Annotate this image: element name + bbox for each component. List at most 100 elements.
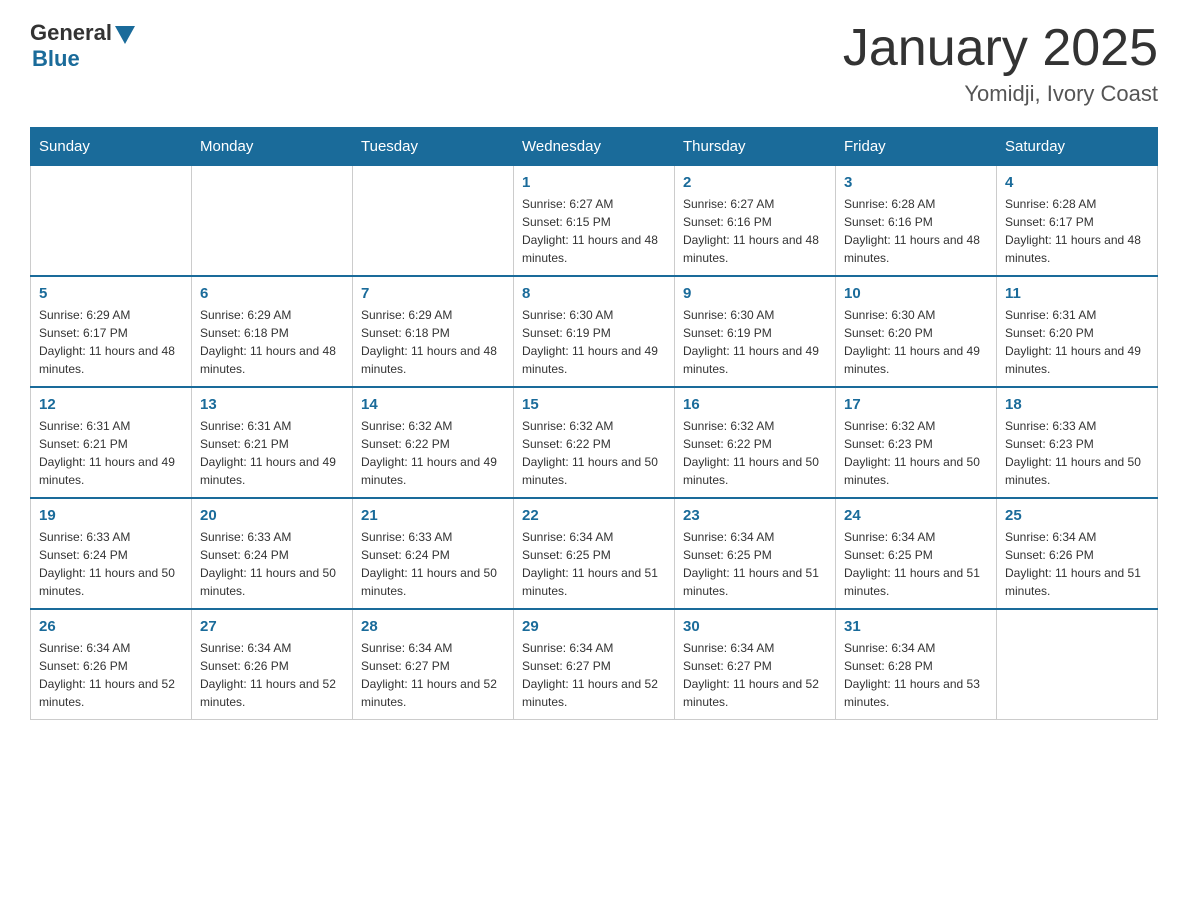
day-cell: 16Sunrise: 6:32 AM Sunset: 6:22 PM Dayli… xyxy=(675,387,836,498)
day-info: Sunrise: 6:28 AM Sunset: 6:16 PM Dayligh… xyxy=(844,195,988,267)
day-cell xyxy=(31,166,192,277)
day-cell: 19Sunrise: 6:33 AM Sunset: 6:24 PM Dayli… xyxy=(31,498,192,609)
day-info: Sunrise: 6:29 AM Sunset: 6:18 PM Dayligh… xyxy=(361,306,505,378)
day-number: 3 xyxy=(844,174,988,191)
day-number: 18 xyxy=(1005,396,1149,413)
week-row-5: 26 Sunrise: 6:34 AM Sunset: 6:26 PM Dayli… xyxy=(31,609,1158,720)
header-row: SundayMondayTuesdayWednesdayThursdayFrid… xyxy=(31,128,1158,166)
day-cell: 8Sunrise: 6:30 AM Sunset: 6:19 PM Daylig… xyxy=(514,276,675,387)
day-info: Sunrise: 6:33 AM Sunset: 6:24 PM Dayligh… xyxy=(361,528,505,600)
week-row-2: 5 Sunrise: 6:29 AM Sunset: 6:17 PM Daylig… xyxy=(31,276,1158,387)
day-info: Sunrise: 6:34 AM Sunset: 6:27 PM Dayligh… xyxy=(361,639,505,711)
day-cell: 11 Sunrise: 6:31 AM Sunset: 6:20 PM Dayli… xyxy=(997,276,1158,387)
day-cell: 1 Sunrise: 6:27 AM Sunset: 6:15 PM Daylig… xyxy=(514,166,675,277)
day-cell: 18 Sunrise: 6:33 AM Sunset: 6:23 PM Dayli… xyxy=(997,387,1158,498)
day-number: 12 xyxy=(39,396,183,413)
day-info: Sunrise: 6:34 AM Sunset: 6:28 PM Dayligh… xyxy=(844,639,988,711)
day-number: 11 xyxy=(1005,285,1149,302)
day-info: Sunrise: 6:33 AM Sunset: 6:24 PM Dayligh… xyxy=(39,528,183,600)
day-number: 15 xyxy=(522,396,666,413)
day-cell xyxy=(997,609,1158,720)
day-number: 10 xyxy=(844,285,988,302)
col-header-monday: Monday xyxy=(192,128,353,166)
day-number: 7 xyxy=(361,285,505,302)
col-header-tuesday: Tuesday xyxy=(353,128,514,166)
day-number: 4 xyxy=(1005,174,1149,191)
day-cell: 3 Sunrise: 6:28 AM Sunset: 6:16 PM Daylig… xyxy=(836,166,997,277)
day-info: Sunrise: 6:33 AM Sunset: 6:24 PM Dayligh… xyxy=(200,528,344,600)
day-info: Sunrise: 6:33 AM Sunset: 6:23 PM Dayligh… xyxy=(1005,417,1149,489)
day-cell: 6 Sunrise: 6:29 AM Sunset: 6:18 PM Daylig… xyxy=(192,276,353,387)
day-cell: 2 Sunrise: 6:27 AM Sunset: 6:16 PM Daylig… xyxy=(675,166,836,277)
day-number: 9 xyxy=(683,285,827,302)
day-info: Sunrise: 6:30 AM Sunset: 6:19 PM Dayligh… xyxy=(683,306,827,378)
day-info: Sunrise: 6:34 AM Sunset: 6:26 PM Dayligh… xyxy=(200,639,344,711)
day-info: Sunrise: 6:32 AM Sunset: 6:22 PM Dayligh… xyxy=(522,417,666,489)
day-cell: 9 Sunrise: 6:30 AM Sunset: 6:19 PM Daylig… xyxy=(675,276,836,387)
day-cell: 28Sunrise: 6:34 AM Sunset: 6:27 PM Dayli… xyxy=(353,609,514,720)
day-cell: 29Sunrise: 6:34 AM Sunset: 6:27 PM Dayli… xyxy=(514,609,675,720)
day-number: 14 xyxy=(361,396,505,413)
day-cell: 22Sunrise: 6:34 AM Sunset: 6:25 PM Dayli… xyxy=(514,498,675,609)
col-header-sunday: Sunday xyxy=(31,128,192,166)
day-info: Sunrise: 6:32 AM Sunset: 6:22 PM Dayligh… xyxy=(361,417,505,489)
day-cell: 7 Sunrise: 6:29 AM Sunset: 6:18 PM Daylig… xyxy=(353,276,514,387)
col-header-wednesday: Wednesday xyxy=(514,128,675,166)
day-info: Sunrise: 6:29 AM Sunset: 6:18 PM Dayligh… xyxy=(200,306,344,378)
day-number: 26 xyxy=(39,618,183,635)
day-info: Sunrise: 6:28 AM Sunset: 6:17 PM Dayligh… xyxy=(1005,195,1149,267)
day-number: 6 xyxy=(200,285,344,302)
day-number: 31 xyxy=(844,618,988,635)
day-cell: 5 Sunrise: 6:29 AM Sunset: 6:17 PM Daylig… xyxy=(31,276,192,387)
day-cell: 10Sunrise: 6:30 AM Sunset: 6:20 PM Dayli… xyxy=(836,276,997,387)
day-number: 25 xyxy=(1005,507,1149,524)
day-number: 30 xyxy=(683,618,827,635)
day-info: Sunrise: 6:31 AM Sunset: 6:20 PM Dayligh… xyxy=(1005,306,1149,378)
day-number: 5 xyxy=(39,285,183,302)
day-number: 1 xyxy=(522,174,666,191)
week-row-4: 19Sunrise: 6:33 AM Sunset: 6:24 PM Dayli… xyxy=(31,498,1158,609)
location-title: Yomidji, Ivory Coast xyxy=(843,81,1158,107)
week-row-1: 1 Sunrise: 6:27 AM Sunset: 6:15 PM Daylig… xyxy=(31,166,1158,277)
day-cell: 15 Sunrise: 6:32 AM Sunset: 6:22 PM Dayli… xyxy=(514,387,675,498)
day-info: Sunrise: 6:31 AM Sunset: 6:21 PM Dayligh… xyxy=(39,417,183,489)
logo-general-text: General xyxy=(30,20,112,46)
title-area: January 2025 Yomidji, Ivory Coast xyxy=(843,20,1158,107)
day-number: 2 xyxy=(683,174,827,191)
day-cell xyxy=(192,166,353,277)
day-number: 22 xyxy=(522,507,666,524)
day-number: 17 xyxy=(844,396,988,413)
day-cell: 4 Sunrise: 6:28 AM Sunset: 6:17 PM Daylig… xyxy=(997,166,1158,277)
day-cell xyxy=(353,166,514,277)
day-number: 27 xyxy=(200,618,344,635)
day-info: Sunrise: 6:27 AM Sunset: 6:16 PM Dayligh… xyxy=(683,195,827,267)
day-info: Sunrise: 6:27 AM Sunset: 6:15 PM Dayligh… xyxy=(522,195,666,267)
logo: General Blue xyxy=(30,20,135,72)
day-info: Sunrise: 6:34 AM Sunset: 6:26 PM Dayligh… xyxy=(1005,528,1149,600)
day-cell: 13Sunrise: 6:31 AM Sunset: 6:21 PM Dayli… xyxy=(192,387,353,498)
month-title: January 2025 xyxy=(843,20,1158,77)
day-cell: 17Sunrise: 6:32 AM Sunset: 6:23 PM Dayli… xyxy=(836,387,997,498)
logo-blue-text: Blue xyxy=(32,46,80,72)
day-info: Sunrise: 6:34 AM Sunset: 6:26 PM Dayligh… xyxy=(39,639,183,711)
day-cell: 14 Sunrise: 6:32 AM Sunset: 6:22 PM Dayli… xyxy=(353,387,514,498)
day-cell: 27 Sunrise: 6:34 AM Sunset: 6:26 PM Dayli… xyxy=(192,609,353,720)
day-cell: 25 Sunrise: 6:34 AM Sunset: 6:26 PM Dayli… xyxy=(997,498,1158,609)
col-header-thursday: Thursday xyxy=(675,128,836,166)
day-number: 20 xyxy=(200,507,344,524)
day-number: 16 xyxy=(683,396,827,413)
col-header-friday: Friday xyxy=(836,128,997,166)
day-number: 24 xyxy=(844,507,988,524)
day-cell: 24Sunrise: 6:34 AM Sunset: 6:25 PM Dayli… xyxy=(836,498,997,609)
day-info: Sunrise: 6:30 AM Sunset: 6:19 PM Dayligh… xyxy=(522,306,666,378)
col-header-saturday: Saturday xyxy=(997,128,1158,166)
header: General Blue January 2025 Yomidji, Ivory… xyxy=(30,20,1158,107)
day-cell: 21Sunrise: 6:33 AM Sunset: 6:24 PM Dayli… xyxy=(353,498,514,609)
day-info: Sunrise: 6:29 AM Sunset: 6:17 PM Dayligh… xyxy=(39,306,183,378)
day-cell: 26 Sunrise: 6:34 AM Sunset: 6:26 PM Dayli… xyxy=(31,609,192,720)
day-cell: 12 Sunrise: 6:31 AM Sunset: 6:21 PM Dayli… xyxy=(31,387,192,498)
day-info: Sunrise: 6:34 AM Sunset: 6:25 PM Dayligh… xyxy=(683,528,827,600)
week-row-3: 12 Sunrise: 6:31 AM Sunset: 6:21 PM Dayli… xyxy=(31,387,1158,498)
day-cell: 23Sunrise: 6:34 AM Sunset: 6:25 PM Dayli… xyxy=(675,498,836,609)
day-info: Sunrise: 6:34 AM Sunset: 6:27 PM Dayligh… xyxy=(683,639,827,711)
